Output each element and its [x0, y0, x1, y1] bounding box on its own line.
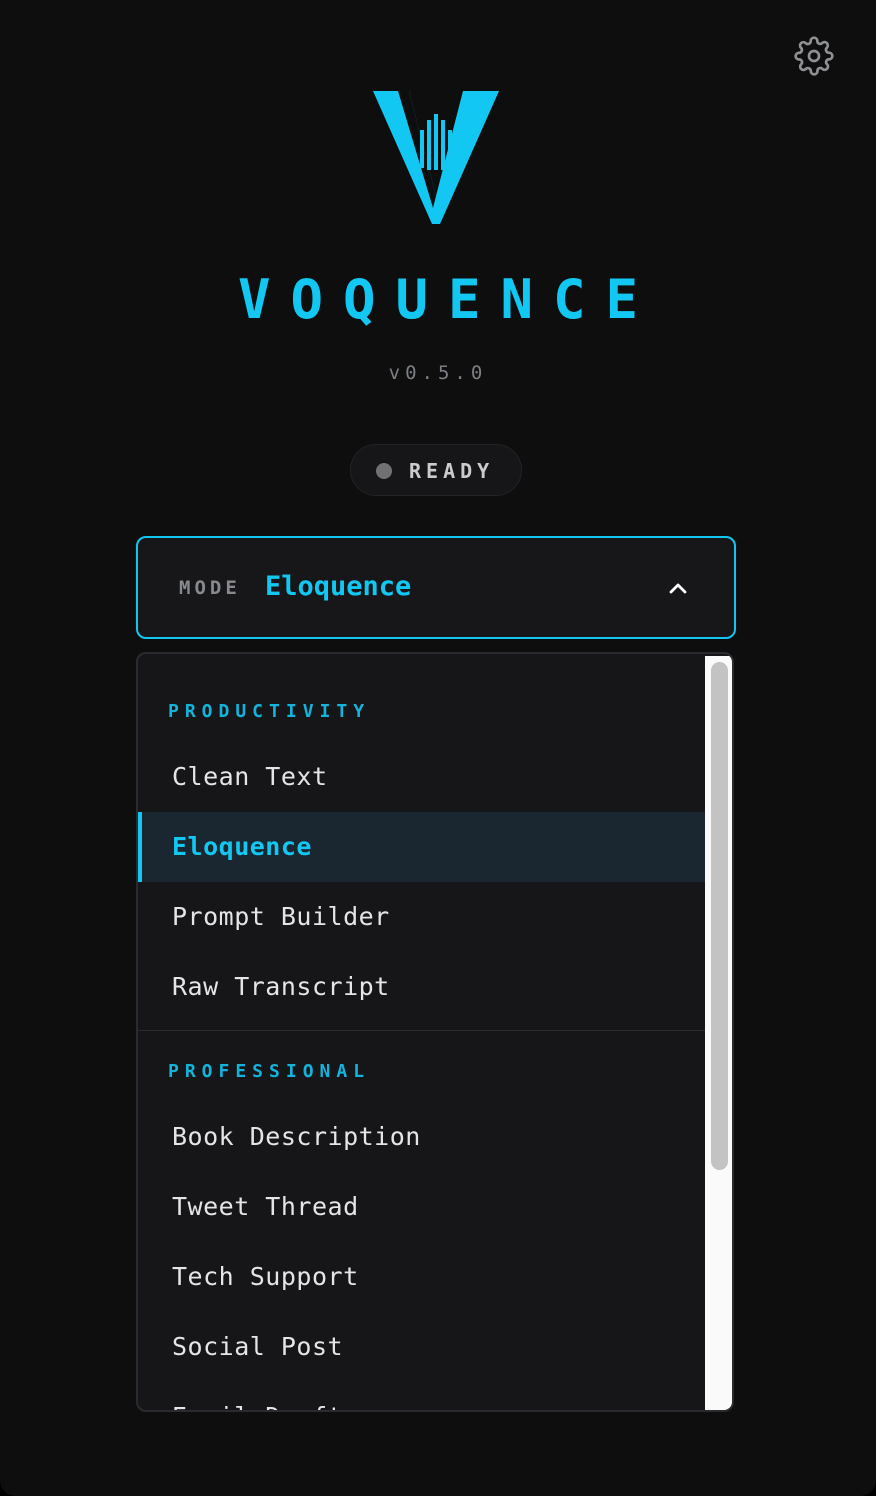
chevron-up-icon[interactable]: [666, 576, 690, 600]
menu-item-label: Clean Text: [172, 762, 328, 791]
mode-label: MODE: [179, 577, 241, 599]
mode-options-list: PRODUCTIVITY Clean Text Eloquence Prompt…: [138, 654, 705, 1410]
group-header-productivity: PRODUCTIVITY: [168, 701, 371, 722]
app-window: VOQUENCE v0.5.0 READY MODE Eloquence PRO…: [0, 0, 876, 1496]
menu-item-label: Tech Support: [172, 1262, 359, 1291]
menu-item-label: Raw Transcript: [172, 972, 390, 1001]
group-header-professional: PROFESSIONAL: [168, 1061, 371, 1082]
status-dot-icon: [376, 463, 392, 479]
menu-item-label: Prompt Builder: [172, 902, 390, 931]
menu-item-label: Social Post: [172, 1332, 344, 1361]
menu-item-social-post[interactable]: Social Post: [138, 1312, 705, 1382]
menu-item-label: Tweet Thread: [172, 1192, 359, 1221]
menu-item-tech-support[interactable]: Tech Support: [138, 1242, 705, 1312]
menu-item-book-description[interactable]: Book Description: [138, 1102, 705, 1172]
menu-item-clean-text[interactable]: Clean Text: [138, 742, 705, 812]
mode-dropdown-menu: PRODUCTIVITY Clean Text Eloquence Prompt…: [136, 652, 734, 1412]
menu-item-label: Eloquence: [172, 832, 312, 861]
voquence-logo: [373, 91, 499, 224]
menu-item-email-draft[interactable]: Email Draft: [138, 1382, 705, 1410]
menu-item-label: Email Draft: [172, 1402, 343, 1410]
menu-item-label: Book Description: [172, 1122, 421, 1151]
status-text: READY: [409, 459, 495, 483]
scrollbar-thumb[interactable]: [711, 662, 728, 1170]
menu-item-tweet-thread[interactable]: Tweet Thread: [138, 1172, 705, 1242]
menu-item-prompt-builder[interactable]: Prompt Builder: [138, 882, 705, 952]
status-badge: READY: [350, 444, 522, 496]
menu-item-raw-transcript[interactable]: Raw Transcript: [138, 952, 705, 1022]
group-divider: [138, 1030, 705, 1031]
version-label: v0.5.0: [388, 362, 488, 384]
dropdown-scrollbar[interactable]: [705, 656, 732, 1410]
mode-select[interactable]: MODE Eloquence: [136, 536, 736, 639]
app-title: VOQUENCE: [237, 268, 659, 331]
mode-value: Eloquence: [265, 571, 412, 602]
gear-icon[interactable]: [794, 36, 834, 76]
menu-item-eloquence[interactable]: Eloquence: [138, 812, 705, 882]
